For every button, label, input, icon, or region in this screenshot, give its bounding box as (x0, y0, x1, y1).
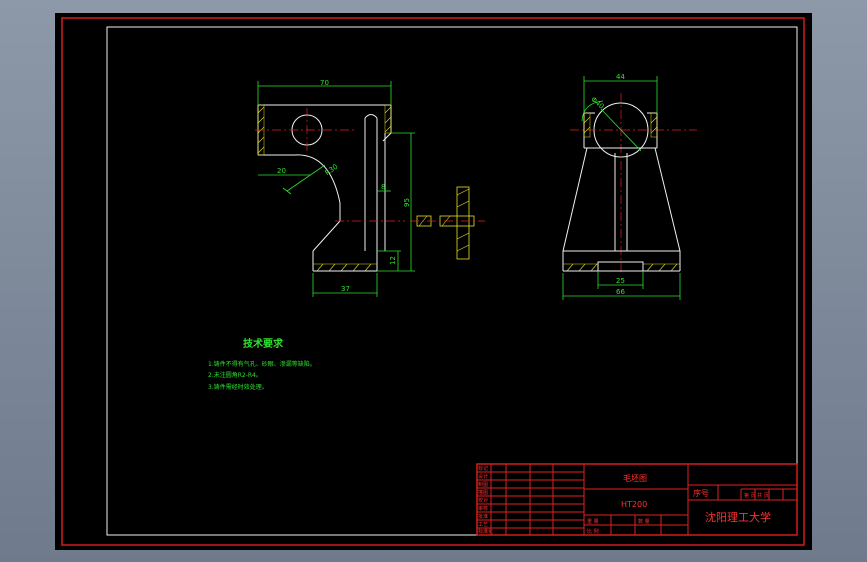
dim-70: 70 (320, 79, 329, 87)
ratio-label: 比 例 (587, 528, 599, 535)
qty-label: 数 量 (638, 518, 650, 525)
tech-title: 技术要求 (243, 337, 284, 350)
tb-label-2: 制图 (478, 481, 488, 488)
inner-border (106, 26, 798, 536)
tech-item-1: 1.铸件不得有气孔、砂眼、渗漏等缺陷。 (208, 360, 316, 368)
sheet-label: 第 页 共 页 (744, 492, 769, 499)
tech-requirements: 技术要求 1.铸件不得有气孔、砂眼、渗漏等缺陷。 2.未注圆角R2-R4。 3.… (208, 337, 316, 391)
tb-label-3: 描图 (478, 489, 488, 496)
drawing-name: 毛坯图 (623, 473, 647, 483)
weight-label: 重 量 (587, 518, 599, 525)
tech-item-3: 3.铸件需经时效处理。 (208, 383, 268, 391)
tb-label-6: 批准 (478, 513, 488, 520)
title-block: 标记 设计 制图 描图 校对 审核 批准 工艺 标准化 毛坯图 HT200 重 … (476, 463, 798, 536)
dim-r30: R30 (324, 163, 340, 177)
dim-37: 37 (341, 285, 350, 293)
dim-12: 12 (389, 256, 397, 265)
tb-label-4: 校对 (478, 497, 488, 504)
tb-label-5: 审核 (478, 505, 488, 512)
front-view (562, 93, 697, 273)
dim-66: 66 (616, 288, 625, 296)
outer-border (61, 17, 805, 546)
cad-viewport[interactable]: 70 20 R30 8 95 12 37 44 Φ40 25 66 技术要求 1… (55, 13, 812, 550)
serial-label: 序号 (693, 488, 709, 498)
school-name: 沈阳理工大学 (705, 510, 771, 524)
tb-label-0: 标记 (478, 465, 488, 472)
front-dimensions: 44 Φ40 25 66 (562, 73, 681, 300)
tech-item-2: 2.未注圆角R2-R4。 (208, 371, 262, 379)
tb-label-8: 标准化 (478, 528, 493, 535)
dim-20: 20 (277, 167, 286, 175)
section-view (410, 186, 485, 260)
tb-label-1: 设计 (478, 473, 488, 480)
dim-44: 44 (616, 73, 625, 81)
dim-8: 8 (381, 183, 385, 191)
dim-25: 25 (616, 277, 625, 285)
cad-drawing: 70 20 R30 8 95 12 37 44 Φ40 25 66 技术要求 1… (61, 17, 805, 546)
dim-95: 95 (403, 198, 411, 207)
tb-label-7: 工艺 (478, 522, 488, 528)
dim-dia40: Φ40 (589, 95, 605, 110)
material: HT200 (621, 500, 647, 509)
